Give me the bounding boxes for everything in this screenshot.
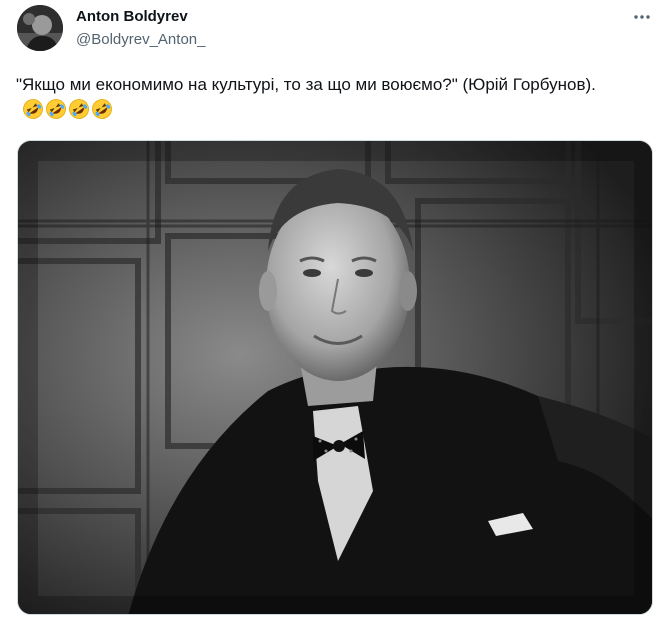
tweet-media-image[interactable] — [17, 140, 653, 615]
rolling-on-floor-laughing-icon — [92, 99, 112, 119]
more-options-button[interactable] — [627, 6, 657, 28]
rolling-on-floor-laughing-icon — [23, 99, 43, 119]
tweet-text: "Якщо ми економимо на культурі, то за що… — [16, 72, 616, 125]
author-handle[interactable]: @Boldyrev_Anton_ — [76, 31, 205, 48]
rolling-on-floor-laughing-icon — [46, 99, 66, 119]
emoji-group — [22, 98, 113, 120]
author-name[interactable]: Anton Boldyrev — [76, 8, 188, 25]
portrait-photo — [18, 141, 652, 614]
more-icon — [634, 15, 650, 19]
tweet-text-body: "Якщо ми економимо на культурі, то за що… — [16, 75, 596, 94]
rolling-on-floor-laughing-icon — [69, 99, 89, 119]
avatar-image — [17, 5, 63, 51]
author-avatar[interactable] — [17, 5, 63, 51]
